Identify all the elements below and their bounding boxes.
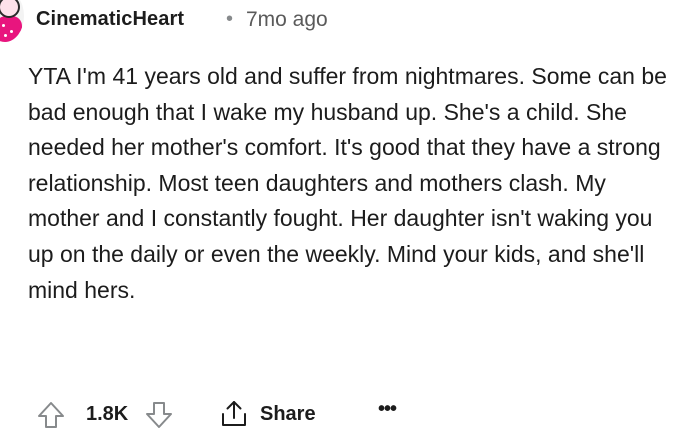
username-link[interactable]: CinematicHeart bbox=[36, 8, 184, 31]
downvote-arrow-icon[interactable] bbox=[144, 400, 174, 430]
avatar-dot bbox=[4, 34, 7, 37]
more-options-icon[interactable]: ••• bbox=[378, 398, 397, 421]
share-button[interactable]: Share bbox=[220, 399, 316, 429]
vote-score: 1.8K bbox=[86, 403, 129, 425]
comment-action-bar: 1.8K Share ••• bbox=[0, 396, 680, 432]
avatar[interactable] bbox=[0, 0, 24, 42]
avatar-face bbox=[0, 0, 20, 18]
share-label: Share bbox=[260, 402, 316, 425]
avatar-dot bbox=[2, 24, 5, 27]
avatar-dot bbox=[10, 30, 13, 33]
comment-body: YTA I'm 41 years old and suffer from nig… bbox=[28, 63, 667, 303]
upvote-arrow-icon[interactable] bbox=[36, 400, 66, 430]
avatar-body bbox=[0, 16, 22, 42]
comment-header: CinematicHeart • 7mo ago bbox=[0, 0, 680, 44]
comment-timestamp[interactable]: 7mo ago bbox=[246, 8, 328, 32]
separator-dot: • bbox=[226, 8, 234, 30]
share-icon bbox=[220, 399, 248, 429]
